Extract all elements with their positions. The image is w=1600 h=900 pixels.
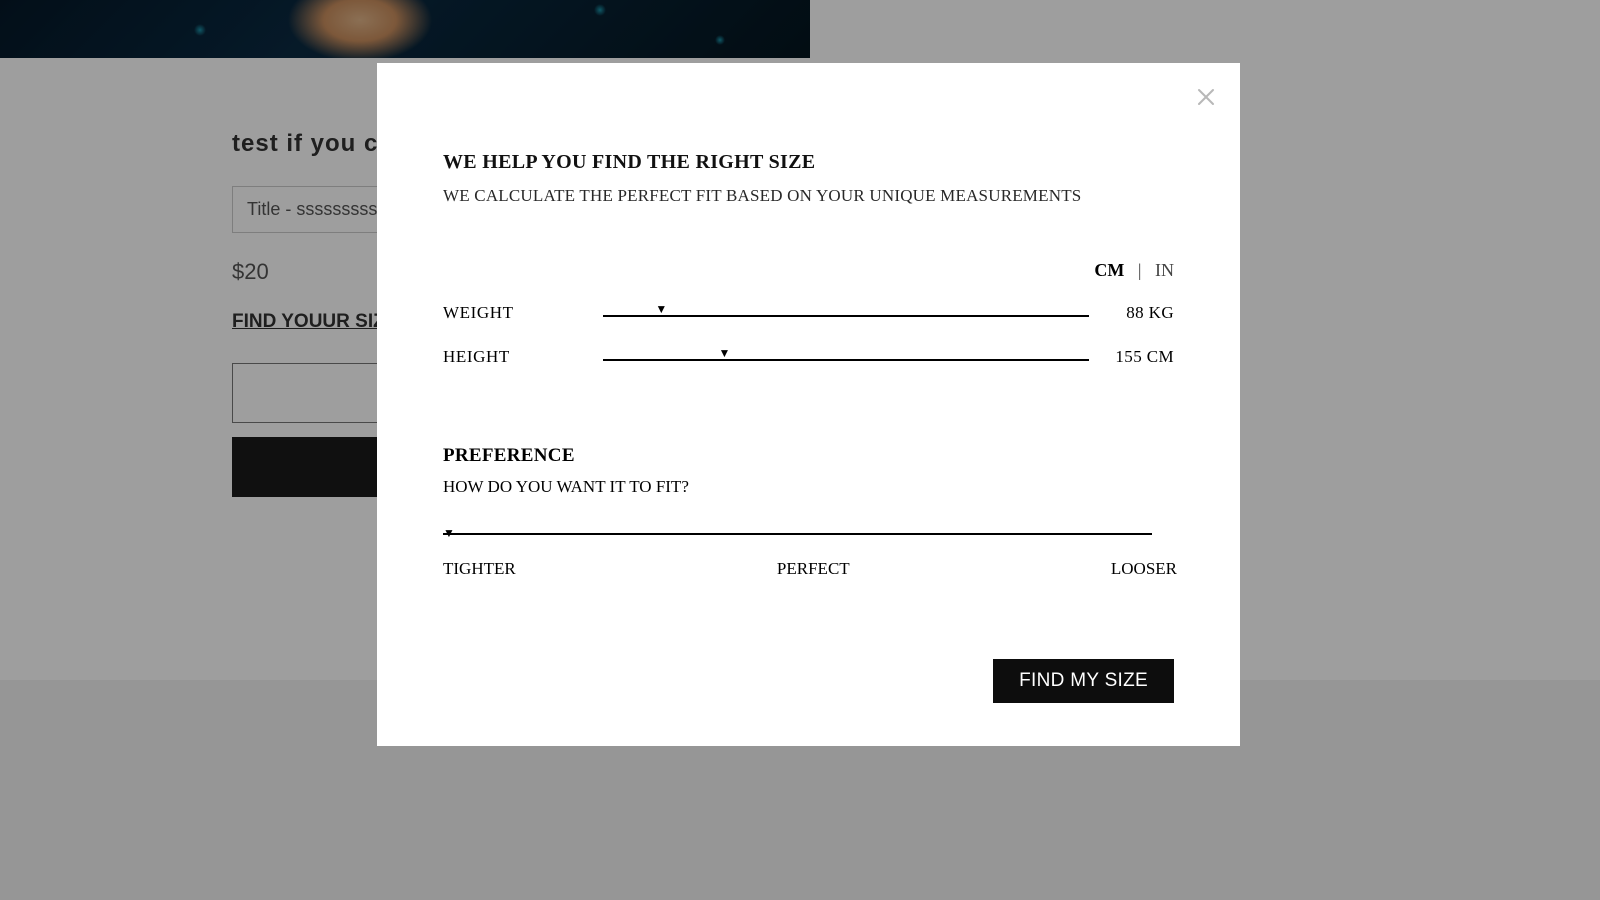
close-button[interactable] <box>1192 83 1220 111</box>
height-row: HEIGHT ▼ 155 CM <box>443 347 1174 367</box>
weight-label: WEIGHT <box>443 303 603 323</box>
preference-slider[interactable]: ▼ <box>443 533 1174 535</box>
slider-track <box>603 359 1089 361</box>
slider-thumb-icon[interactable]: ▼ <box>655 303 667 315</box>
slider-thumb-icon[interactable]: ▼ <box>719 347 731 359</box>
height-label: HEIGHT <box>443 347 603 367</box>
slider-thumb-icon[interactable]: ▼ <box>443 526 455 541</box>
preference-subtitle: HOW DO YOU WANT IT TO FIT? <box>443 477 1174 497</box>
preference-tighter-label: TIGHTER <box>443 559 516 579</box>
slider-track <box>603 315 1089 317</box>
weight-slider[interactable]: ▼ <box>603 310 1089 317</box>
unit-toggle: CM | IN <box>443 260 1174 281</box>
size-finder-modal: WE HELP YOU FIND THE RIGHT SIZE WE CALCU… <box>377 63 1240 746</box>
height-slider[interactable]: ▼ <box>603 354 1089 361</box>
height-value: 155 CM <box>1089 347 1174 367</box>
unit-cm-option[interactable]: CM <box>1094 260 1124 280</box>
weight-value: 88 KG <box>1089 303 1174 323</box>
close-icon <box>1196 87 1216 107</box>
preference-looser-label: LOOSER <box>1111 559 1177 579</box>
unit-in-option[interactable]: IN <box>1155 260 1174 280</box>
preference-perfect-label: PERFECT <box>777 559 850 579</box>
modal-subheading: WE CALCULATE THE PERFECT FIT BASED ON YO… <box>443 186 1174 206</box>
unit-separator: | <box>1138 260 1142 280</box>
weight-row: WEIGHT ▼ 88 KG <box>443 303 1174 323</box>
preference-section: PREFERENCE HOW DO YOU WANT IT TO FIT? ▼ … <box>443 445 1174 579</box>
slider-track <box>443 533 1152 535</box>
modal-heading: WE HELP YOU FIND THE RIGHT SIZE <box>443 151 1174 174</box>
find-my-size-button[interactable]: FIND MY SIZE <box>993 659 1174 703</box>
preference-title: PREFERENCE <box>443 445 1174 467</box>
preference-scale-labels: TIGHTER PERFECT LOOSER <box>443 559 1177 579</box>
